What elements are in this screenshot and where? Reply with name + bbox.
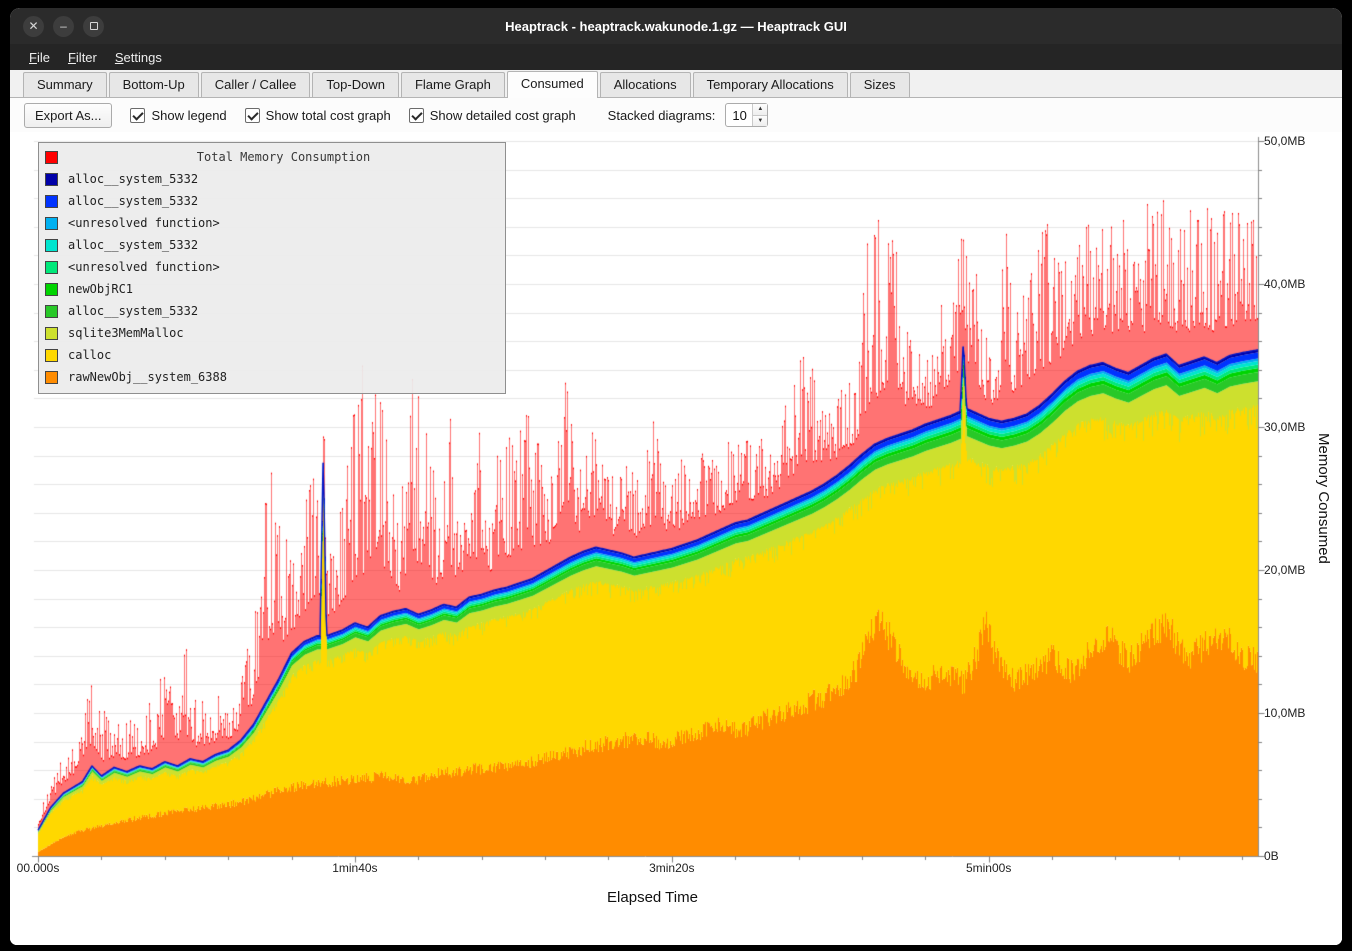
tab-sizes[interactable]: Sizes [850,72,910,97]
legend-item: newObjRC1 [45,278,499,300]
legend-item: <unresolved function> [45,256,499,278]
spinbox-increment-button[interactable]: ▲ [753,104,767,116]
show-total-cost-graph-label: Show total cost graph [266,108,391,123]
legend-swatch [45,261,58,274]
minimize-icon: – [60,20,67,32]
tab-consumed[interactable]: Consumed [507,71,598,98]
tab-allocations[interactable]: Allocations [600,72,691,97]
legend-item: alloc__system_5332 [45,234,499,256]
legend-label: newObjRC1 [68,282,133,296]
checkbox-checked-icon [409,108,424,123]
legend-swatch [45,305,58,318]
menu-filter[interactable]: Filter [59,46,106,69]
show-detailed-cost-graph-label: Show detailed cost graph [430,108,576,123]
legend-item: alloc__system_5332 [45,168,499,190]
legend-swatch [45,217,58,230]
legend-title: Total Memory Consumption [68,150,499,164]
tab-flame-graph[interactable]: Flame Graph [401,72,505,97]
legend-label: rawNewObj__system_6388 [68,370,227,384]
legend-swatch [45,283,58,296]
menu-settings[interactable]: Settings [106,46,171,69]
legend-swatch [45,349,58,362]
show-detailed-cost-graph-checkbox[interactable]: Show detailed cost graph [409,108,576,123]
show-legend-label: Show legend [151,108,226,123]
legend-item: alloc__system_5332 [45,190,499,212]
chart-area: Total Memory Consumption alloc__system_5… [10,132,1342,945]
tab-top-down[interactable]: Top-Down [312,72,399,97]
maximize-icon [90,22,98,30]
spinbox-decrement-button[interactable]: ▼ [753,116,767,127]
tab-caller-callee[interactable]: Caller / Callee [201,72,311,97]
show-legend-checkbox[interactable]: Show legend [130,108,226,123]
menu-file[interactable]: File [20,46,59,69]
toolbar: Export As... Show legend Show total cost… [10,98,1342,132]
legend-swatch [45,327,58,340]
legend-item: <unresolved function> [45,212,499,234]
app-window: ✕ – Heaptrack - heaptrack.wakunode.1.gz … [10,8,1342,945]
legend-item: sqlite3MemMalloc [45,322,499,344]
window-controls: ✕ – [23,8,104,44]
legend-swatch [45,371,58,384]
legend-item: alloc__system_5332 [45,300,499,322]
minimize-button[interactable]: – [53,16,74,37]
chart-legend: Total Memory Consumption alloc__system_5… [38,142,506,394]
close-button[interactable]: ✕ [23,16,44,37]
legend-item: calloc [45,344,499,366]
legend-label: alloc__system_5332 [68,304,198,318]
export-as-button[interactable]: Export As... [24,103,112,128]
legend-swatch [45,195,58,208]
legend-label: <unresolved function> [68,216,220,230]
spinbox-value: 10 [726,104,752,126]
legend-swatch-total [45,151,58,164]
legend-swatch [45,173,58,186]
tab-summary[interactable]: Summary [23,72,107,97]
tab-bar: Summary Bottom-Up Caller / Callee Top-Do… [10,70,1342,98]
tab-temporary-allocations[interactable]: Temporary Allocations [693,72,848,97]
close-icon: ✕ [28,20,38,32]
legend-label: sqlite3MemMalloc [68,326,184,340]
legend-swatch [45,239,58,252]
checkbox-checked-icon [130,108,145,123]
tab-bottom-up[interactable]: Bottom-Up [109,72,199,97]
title-bar: ✕ – Heaptrack - heaptrack.wakunode.1.gz … [10,8,1342,44]
legend-label: <unresolved function> [68,260,220,274]
show-total-cost-graph-checkbox[interactable]: Show total cost graph [245,108,391,123]
legend-label: alloc__system_5332 [68,172,198,186]
window-title: Heaptrack - heaptrack.wakunode.1.gz — He… [505,19,847,34]
stacked-diagrams-spinbox[interactable]: 10 ▲ ▼ [725,103,768,127]
menu-bar: File Filter Settings [10,44,1342,70]
maximize-button[interactable] [83,16,104,37]
legend-label: calloc [68,348,111,362]
legend-title-row: Total Memory Consumption [45,146,499,168]
legend-item: rawNewObj__system_6388 [45,366,499,388]
stacked-diagrams-label: Stacked diagrams: [608,108,716,123]
checkbox-checked-icon [245,108,260,123]
legend-label: alloc__system_5332 [68,238,198,252]
legend-label: alloc__system_5332 [68,194,198,208]
